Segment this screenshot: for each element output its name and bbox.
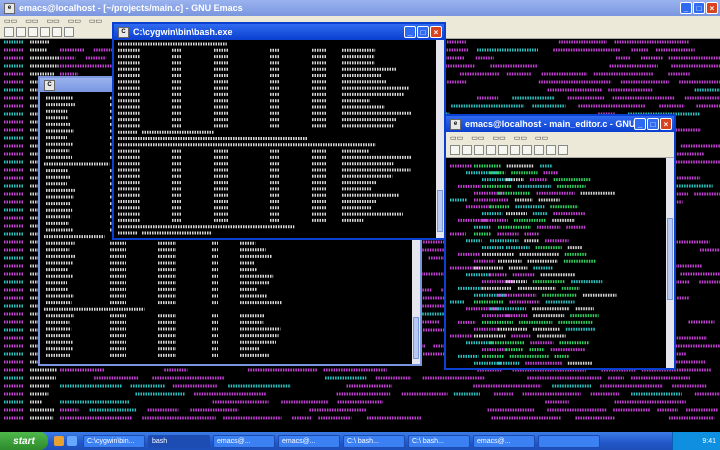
desktop-icon[interactable] [67,436,77,446]
maximize-button[interactable]: □ [417,26,429,38]
cmd-scrollbar-thumb[interactable] [413,317,419,359]
new-file-icon[interactable] [450,145,460,155]
menu-item[interactable]: ▭▭ [25,17,38,25]
minimize-button[interactable]: _ [680,2,692,14]
browser-icon[interactable] [54,436,64,446]
help-icon[interactable] [558,145,568,155]
paste-icon[interactable] [522,145,532,155]
menu-item[interactable]: ▭▭ [450,134,463,142]
editor-window[interactable]: e emacs@localhost - main_editor.c - GNU … [444,114,676,370]
editor-menubar[interactable]: ▭▭ ▭▭ ▭▭ ▭▭ ▭▭ [446,132,674,143]
minimize-button[interactable]: _ [634,118,646,130]
menu-item[interactable]: ▭▭ [4,17,17,25]
clock[interactable]: 9:41 [702,438,716,445]
background-window-title: emacs@localhost - [~/projects/main.c] - … [19,3,243,13]
close-button[interactable]: × [706,2,718,14]
menu-item[interactable]: ▭▭ [492,134,505,142]
taskbar-button[interactable] [538,434,600,448]
menu-item[interactable]: ▭▭ [89,17,102,25]
terminal-window-title: C:\cygwin\bin\bash.exe [133,27,233,37]
editor-scrollbar-thumb[interactable] [667,218,673,300]
emacs-icon: e [4,2,15,14]
cut-icon[interactable] [498,145,508,155]
taskbar-button[interactable]: emacs@... [213,434,275,448]
terminal-scrollbar-thumb[interactable] [437,190,443,232]
print-icon[interactable] [546,145,556,155]
menu-item[interactable]: ▭▭ [535,134,548,142]
background-window-titlebar[interactable]: e emacs@localhost - [~/projects/main.c] … [0,0,720,16]
menu-item[interactable]: ▭▭ [46,17,59,25]
system-tray: 9:41 [672,432,720,450]
editor-scrollbar[interactable] [666,158,674,368]
save-icon[interactable] [28,27,38,37]
taskbar-button[interactable]: emacs@... [278,434,340,448]
new-file-icon[interactable] [4,27,14,37]
taskbar-button[interactable]: C:\ bash... [343,434,405,448]
close-button[interactable]: × [430,26,442,38]
menu-item[interactable]: ▭▭ [471,134,484,142]
maximize-button[interactable]: □ [647,118,659,130]
paste-icon[interactable] [64,27,74,37]
start-button[interactable]: start [0,432,48,450]
terminal-window-titlebar[interactable]: C C:\cygwin\bin\bash.exe _ □ × [114,24,444,40]
menu-item[interactable]: ▭▭ [514,134,527,142]
emacs-icon: e [450,118,461,130]
save-icon[interactable] [474,145,484,155]
terminal-scrollbar[interactable] [436,40,444,238]
close-button[interactable]: × [660,118,672,130]
taskbar: start C:\cygwin\bin... bash emacs@... emacs… [0,432,720,450]
terminal-output-text [118,42,412,235]
maximize-button[interactable]: □ [693,2,705,14]
editor-window-title: emacs@localhost - main_editor.c - GNU Em… [465,119,634,129]
search-icon[interactable] [534,145,544,155]
cut-icon[interactable] [40,27,50,37]
open-file-icon[interactable] [462,145,472,155]
undo-icon[interactable] [486,145,496,155]
console-icon: C [44,79,55,91]
copy-icon[interactable] [510,145,520,155]
taskbar-button[interactable]: bash [148,434,210,448]
editor-toolbar[interactable] [446,143,674,158]
taskbar-button[interactable]: emacs@... [473,434,535,448]
editor-buffer-text [450,164,617,365]
task-list: C:\cygwin\bin... bash emacs@... emacs@... C:… [83,434,603,448]
menu-item[interactable]: ▭▭ [68,17,81,25]
terminal-window[interactable]: C C:\cygwin\bin\bash.exe _ □ × [112,22,446,240]
minimize-button[interactable]: _ [404,26,416,38]
copy-icon[interactable] [52,27,62,37]
console-icon: C [118,26,129,38]
taskbar-button[interactable]: C:\ bash... [408,434,470,448]
editor-window-titlebar[interactable]: e emacs@localhost - main_editor.c - GNU … [446,116,674,132]
taskbar-button[interactable]: C:\cygwin\bin... [83,434,145,448]
quick-launch [54,436,77,446]
open-file-icon[interactable] [16,27,26,37]
